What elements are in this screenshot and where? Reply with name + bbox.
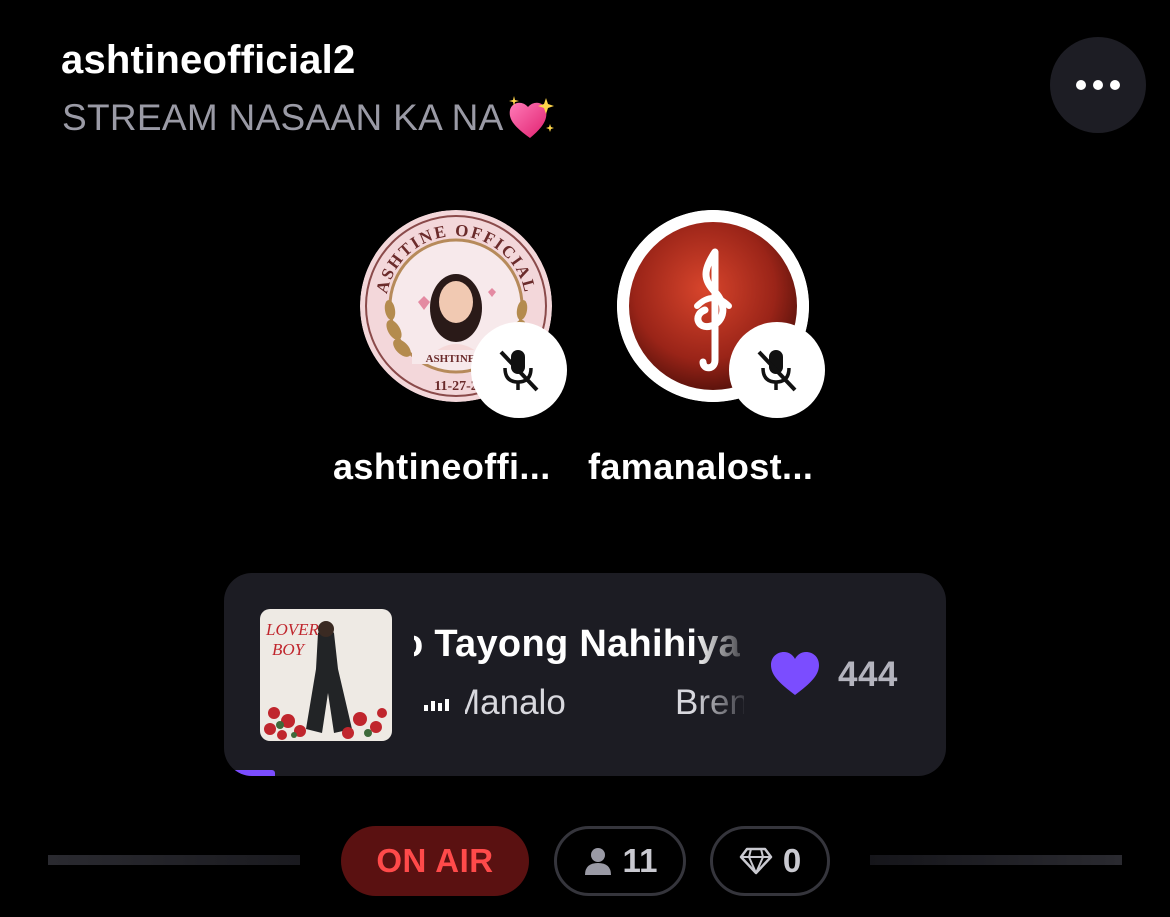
person-icon	[584, 848, 611, 875]
track-artist: Manalo	[465, 683, 615, 723]
room-subtitle-text: STREAM NASAAN KA NA	[62, 97, 504, 138]
speaker-name: ashtineoffi...	[333, 446, 551, 487]
artist-name: Manalo	[465, 683, 566, 722]
more-options-button[interactable]	[1050, 37, 1146, 133]
speaker-mute-badge	[471, 322, 567, 418]
on-air-badge: ON AIR	[341, 826, 529, 896]
more-horizontal-icon	[1076, 80, 1086, 90]
space-room-screen: ashtineofficial2 STREAM NASAAN KA NA ASH…	[0, 0, 1170, 917]
sparkling-heart-icon	[508, 96, 554, 138]
mic-off-icon	[757, 350, 797, 392]
listeners-pill[interactable]: 11	[554, 826, 686, 896]
track-title: o Tayong Nahihiya	[414, 623, 741, 665]
like-count: 444	[838, 655, 898, 694]
avatar-date-text: 11-27-2	[434, 379, 478, 394]
album-art: LOVER BOY	[260, 609, 392, 741]
listener-count: 11	[622, 842, 658, 879]
divider	[870, 855, 1122, 865]
equalizer-icon	[424, 695, 449, 711]
more-dot	[1110, 80, 1120, 90]
speaker-mute-badge	[729, 322, 825, 418]
playback-progress	[224, 770, 275, 776]
album-art-text: LOVER	[265, 620, 320, 639]
gift-count: 0	[782, 842, 802, 879]
heart-icon[interactable]	[769, 651, 821, 697]
divider	[48, 855, 300, 865]
now-playing-card[interactable]: LOVER BOY o Tayong Nahihiya Manalo Brent…	[224, 573, 946, 776]
room-subtitle: STREAM NASAAN KA NA	[62, 94, 556, 142]
album-art-text: BOY	[272, 640, 306, 659]
gifts-pill[interactable]: 0	[710, 826, 830, 896]
more-dot	[1093, 80, 1103, 90]
marquee-fade	[694, 613, 754, 733]
diamond-icon	[739, 847, 773, 875]
room-title: ashtineofficial2	[61, 38, 356, 82]
speaker-name: famanalost...	[588, 446, 814, 487]
mic-off-icon	[499, 350, 539, 392]
album-cover-image: LOVER BOY	[260, 609, 392, 741]
